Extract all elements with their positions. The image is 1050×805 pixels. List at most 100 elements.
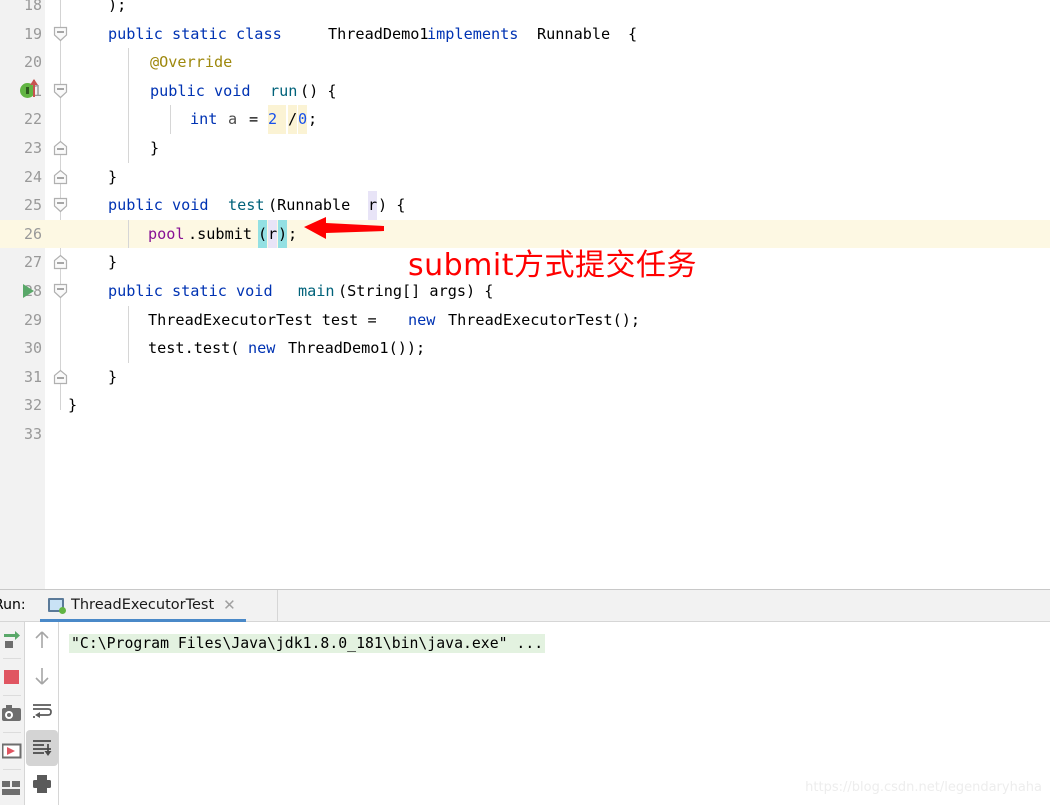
code-token: ); — [108, 0, 127, 14]
code-line[interactable]: 24} — [0, 163, 1050, 192]
code-token: new — [248, 339, 285, 358]
console-output[interactable]: "C:\Program Files\Java\jdk1.8.0_181\bin\… — [60, 622, 1050, 805]
run-tab-bar: Run: ThreadExecutorTest ✕ — [0, 590, 1050, 622]
code-token: implements — [427, 24, 528, 43]
fold-marker-collapsed-end[interactable] — [53, 140, 68, 156]
line-number: 19 — [23, 24, 42, 43]
code-token: ThreadDemo1()); — [288, 339, 426, 358]
code-line[interactable]: 19 public static class ThreadDemo1 implem… — [0, 20, 1050, 49]
run-config-icon — [48, 597, 66, 614]
run-tab-title: ThreadExecutorTest — [71, 596, 215, 613]
code-token: Runnable — [537, 24, 620, 43]
down-arrow-icon[interactable] — [26, 658, 58, 694]
code-line[interactable]: 20 @Override — [0, 48, 1050, 77]
code-token: } — [108, 253, 118, 272]
code-token: public static void — [108, 282, 282, 300]
code-token: public void — [108, 196, 218, 215]
line-number: 32 — [23, 396, 42, 415]
code-token: = — [249, 110, 268, 129]
code-line[interactable]: 31} — [0, 363, 1050, 392]
run-tab-threadexecutortest[interactable]: ThreadExecutorTest ✕ — [40, 590, 246, 622]
code-line[interactable]: 25 public void test (Runnable r) { — [0, 191, 1050, 220]
line-number: 24 — [23, 167, 42, 186]
print-icon[interactable] — [26, 766, 58, 802]
code-line[interactable]: 30 test.test(new ThreadDemo1()); — [0, 334, 1050, 363]
close-icon[interactable]: ✕ — [223, 596, 236, 614]
code-token: ; — [308, 110, 318, 129]
run-left-toolbar[interactable] — [0, 622, 25, 805]
code-token: new — [408, 310, 445, 329]
code-token: ( — [258, 219, 268, 249]
watermark-text: https://blog.csdn.net/legendaryhaha — [805, 780, 1042, 795]
fold-marker-collapsed-end[interactable] — [53, 369, 68, 384]
line-number: 20 — [23, 53, 42, 72]
code-token: test.test( — [148, 339, 240, 358]
stop-icon[interactable] — [0, 659, 24, 695]
code-token: @Override — [150, 53, 233, 72]
line-number: 29 — [23, 310, 42, 329]
run-gutter-icon[interactable] — [23, 284, 34, 298]
code-token: } — [68, 396, 78, 415]
fold-marker-collapsed-end[interactable] — [53, 169, 68, 184]
code-token: ) — [278, 219, 288, 249]
code-token: .submit — [188, 224, 253, 243]
rerun-icon[interactable] — [0, 622, 24, 658]
code-token: ThreadExecutorTest(); — [448, 310, 641, 329]
indent-guide — [128, 305, 129, 335]
fold-marker-expanded[interactable] — [53, 26, 68, 41]
code-line[interactable]: 32} — [0, 391, 1050, 420]
code-token: ThreadExecutorTest test = — [148, 310, 386, 329]
code-token: } — [150, 139, 160, 157]
implementing-method-icon[interactable] — [30, 78, 38, 97]
code-token: () { — [300, 81, 337, 100]
fold-marker-expanded[interactable] — [53, 83, 68, 99]
code-token: main — [298, 282, 335, 300]
code-line[interactable]: 29 ThreadExecutorTest test = new ThreadEx… — [0, 305, 1050, 335]
indent-guide — [128, 48, 129, 77]
soft-wrap-icon[interactable] — [26, 694, 58, 730]
line-number: 27 — [23, 253, 42, 272]
layout-settings-icon[interactable] — [0, 770, 24, 805]
line-number: 18 — [23, 0, 42, 14]
run-window-label: Run: — [0, 597, 26, 613]
line-number: 22 — [23, 110, 42, 129]
fold-marker-expanded[interactable] — [53, 197, 68, 213]
code-line[interactable]: 22 int a = 2 /0; — [0, 105, 1050, 134]
indent-guide — [128, 105, 129, 134]
code-editor[interactable]: 18); 19 public static class ThreadDemo1 im… — [0, 0, 1050, 589]
code-token: } — [108, 367, 118, 386]
code-token: a — [228, 110, 247, 129]
indent-guide — [128, 76, 129, 106]
run-console-toolbar[interactable] — [26, 622, 59, 805]
code-token: public static class — [108, 24, 291, 43]
indent-guide — [128, 219, 129, 249]
code-token: / — [288, 105, 298, 134]
fold-marker-expanded[interactable] — [53, 283, 68, 299]
fold-marker-collapsed-end[interactable] — [53, 254, 68, 270]
code-line[interactable]: 33 — [0, 420, 1050, 449]
code-token: run — [270, 81, 298, 100]
code-token: } — [108, 167, 118, 186]
code-token: pool — [148, 224, 185, 243]
code-line[interactable]: 18); — [0, 0, 1050, 20]
code-token: { — [628, 24, 638, 43]
code-token: ThreadDemo1 — [328, 24, 438, 43]
code-token: test — [228, 196, 265, 215]
line-number: 33 — [23, 425, 42, 443]
code-token: 2 — [268, 105, 287, 134]
code-token: ; — [288, 224, 298, 243]
scroll-to-end-icon[interactable] — [26, 730, 58, 766]
annotation-text: submit方式提交任务 — [408, 248, 698, 283]
code-token: r — [268, 219, 278, 249]
thread-dump-icon[interactable] — [0, 696, 24, 732]
tab-separator — [277, 590, 278, 622]
code-line[interactable]: 21public void run() { — [0, 76, 1050, 106]
resume-program-icon[interactable] — [0, 733, 24, 769]
line-number: 26 — [0, 219, 45, 249]
up-arrow-icon[interactable] — [26, 622, 58, 658]
indent-guide — [170, 105, 171, 134]
ide-window: 18); 19 public static class ThreadDemo1 im… — [0, 0, 1050, 805]
indent-guide — [128, 334, 129, 363]
code-line[interactable]: 23} — [0, 134, 1050, 163]
run-tool-window: Run: ThreadExecutorTest ✕ — [0, 589, 1050, 805]
